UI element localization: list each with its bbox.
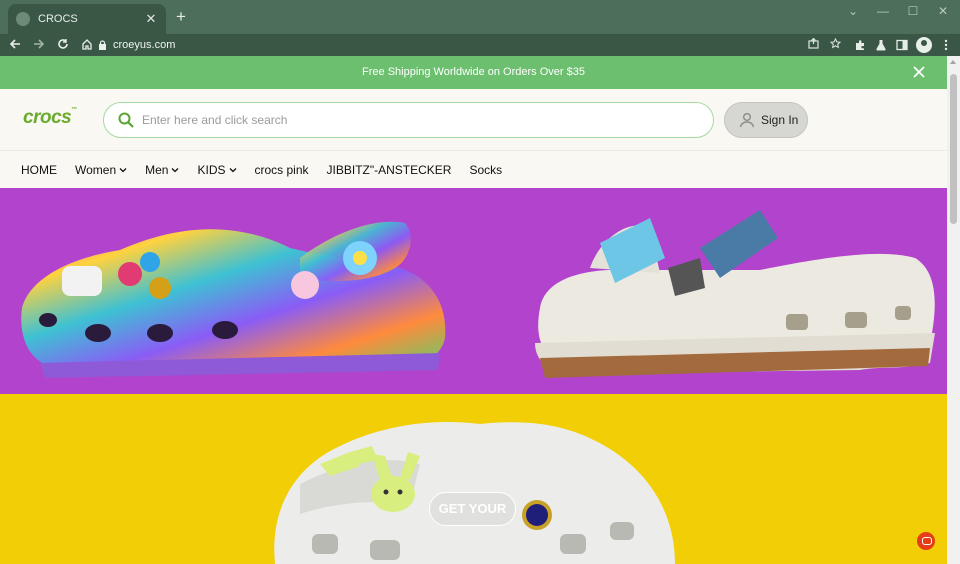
sign-in-button[interactable]: Sign In — [724, 102, 808, 138]
browser-window: CROCS ✕ + ⌄ — ☐ ✕ croeyus.com Free Shipp… — [0, 0, 960, 564]
main-nav: HOME Women Men KIDS crocs pink JIBBITZ"-… — [0, 150, 947, 188]
chevron-down-icon — [172, 167, 179, 172]
scroll-up-arrow-icon[interactable] — [950, 60, 956, 64]
nav-label: HOME — [21, 162, 57, 177]
back-arrow-icon — [9, 39, 20, 49]
white-platform-clog-image — [535, 210, 935, 378]
lock-icon — [99, 40, 106, 50]
nav-item-kids[interactable]: KIDS — [197, 163, 236, 177]
crocs-logo[interactable]: crocs™ — [23, 107, 77, 129]
nav-item-jibbitz[interactable]: JIBBITZ"-ANSTECKER — [327, 163, 452, 177]
nav-label: Socks — [469, 162, 503, 177]
promo-banner: Free Shipping Worldwide on Orders Over $… — [0, 56, 947, 89]
tab-search-icon[interactable]: ⌄ — [836, 0, 870, 24]
hero-banner-yellow[interactable] — [0, 394, 947, 564]
site-header: crocs™ Sign In — [0, 89, 947, 150]
bookmark-star-icon[interactable] — [824, 37, 846, 52]
browser-toolbar: croeyus.com — [0, 34, 960, 56]
page-scrollbar[interactable] — [947, 56, 960, 564]
nav-label: Men — [145, 162, 169, 177]
search-input[interactable] — [142, 113, 713, 127]
nav-label: JIBBITZ"-ANSTECKER — [326, 162, 452, 177]
tie-dye-clog-image — [21, 221, 446, 378]
nav-item-home[interactable]: HOME — [21, 163, 57, 177]
chevron-down-icon — [119, 167, 127, 172]
labs-flask-icon[interactable] — [870, 34, 892, 56]
get-your-button[interactable]: GET YOUR — [429, 492, 516, 526]
extensions-icon[interactable] — [849, 34, 871, 56]
browser-menu-icon[interactable] — [935, 34, 957, 56]
nav-label: crocs pink — [254, 162, 309, 177]
user-icon — [739, 113, 755, 128]
favicon-icon — [16, 12, 30, 26]
tab-close-icon[interactable]: ✕ — [144, 11, 158, 27]
sign-in-label: Sign In — [761, 113, 799, 127]
search-bar — [103, 102, 714, 138]
chevron-down-icon — [229, 167, 236, 172]
reload-button[interactable] — [52, 35, 74, 55]
share-icon[interactable] — [802, 37, 824, 52]
tab-title: CROCS — [38, 13, 78, 25]
scrollbar-thumb[interactable] — [950, 74, 957, 224]
maximize-button[interactable]: ☐ — [896, 0, 930, 24]
logo-text: crocs — [23, 107, 72, 128]
minimize-button[interactable]: — — [866, 0, 900, 24]
profile-avatar-icon[interactable] — [916, 37, 932, 53]
nav-item-crocs-pink[interactable]: crocs pink — [255, 163, 309, 177]
web-page: Free Shipping Worldwide on Orders Over $… — [0, 56, 947, 564]
forward-arrow-icon — [34, 39, 45, 49]
address-bar[interactable]: croeyus.com — [94, 35, 846, 55]
forward-button[interactable] — [28, 35, 50, 55]
chat-support-icon[interactable] — [917, 532, 935, 550]
nav-label: KIDS — [197, 162, 226, 177]
reload-icon — [58, 39, 68, 49]
nav-item-men[interactable]: Men — [145, 163, 179, 177]
tab-strip: CROCS ✕ + ⌄ — ☐ ✕ — [0, 0, 960, 34]
promo-close-icon[interactable] — [911, 64, 927, 80]
logo-trademark: ™ — [71, 107, 77, 113]
browser-tab[interactable]: CROCS ✕ — [8, 4, 166, 34]
nav-item-women[interactable]: Women — [75, 163, 127, 177]
side-panel-icon[interactable] — [891, 34, 913, 56]
hero-banner-purple[interactable] — [0, 188, 947, 394]
nav-label: Women — [75, 162, 117, 177]
search-icon[interactable] — [118, 112, 134, 128]
white-clog-image — [274, 421, 675, 564]
new-tab-button[interactable]: + — [172, 7, 190, 27]
clog-images — [21, 210, 935, 378]
url-text: croeyus.com — [113, 39, 176, 51]
promo-text: Free Shipping Worldwide on Orders Over $… — [362, 66, 585, 78]
home-icon — [82, 39, 92, 50]
back-button[interactable] — [4, 35, 26, 55]
window-close-button[interactable]: ✕ — [926, 0, 960, 24]
nav-item-socks[interactable]: Socks — [469, 163, 502, 177]
